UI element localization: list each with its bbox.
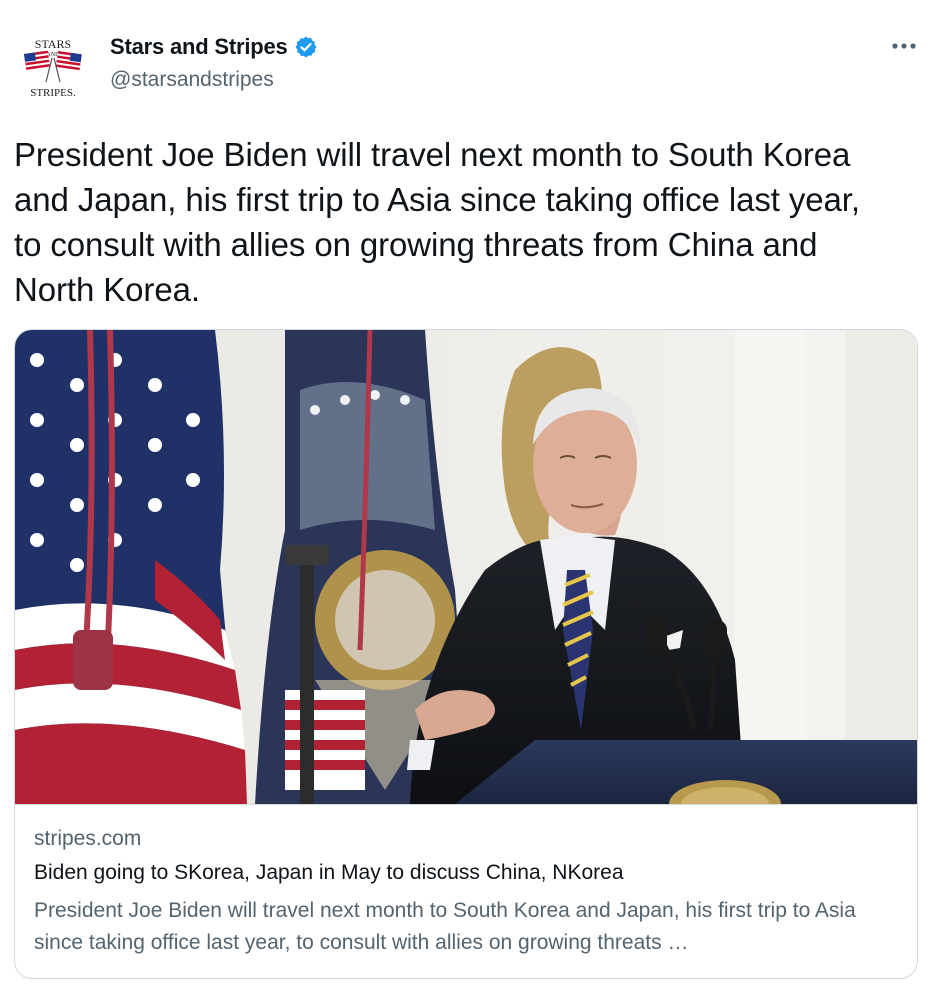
card-title: Biden going to SKorea, Japan in May to d… [34, 861, 624, 884]
more-options-icon [892, 43, 916, 49]
card-meta: stripes.com Biden going to SKorea, Japan… [15, 804, 917, 978]
tweet-header: STARS AND STRIPES. Stars and Stripes @st… [0, 0, 932, 110]
stars-and-stripes-logo-icon: STARS AND STRIPES. [18, 32, 88, 102]
display-name[interactable]: Stars and Stripes [110, 34, 288, 60]
logo-text-bottom: STRIPES. [30, 87, 76, 99]
user-handle[interactable]: @starsandstripes [110, 68, 274, 92]
card-image[interactable] [15, 330, 917, 804]
name-row: Stars and Stripes [110, 34, 318, 60]
article-photo [15, 330, 917, 804]
tweet-text: President Joe Biden will travel next mon… [14, 136, 860, 308]
card-domain: stripes.com [34, 827, 142, 850]
verified-badge-icon [295, 36, 317, 58]
card-description: President Joe Biden will travel next mon… [34, 899, 856, 954]
link-card[interactable]: stripes.com Biden going to SKorea, Japan… [14, 329, 918, 979]
avatar[interactable]: STARS AND STRIPES. [18, 32, 88, 102]
more-options-button[interactable] [888, 30, 920, 62]
logo-text-top: STARS [35, 37, 71, 51]
